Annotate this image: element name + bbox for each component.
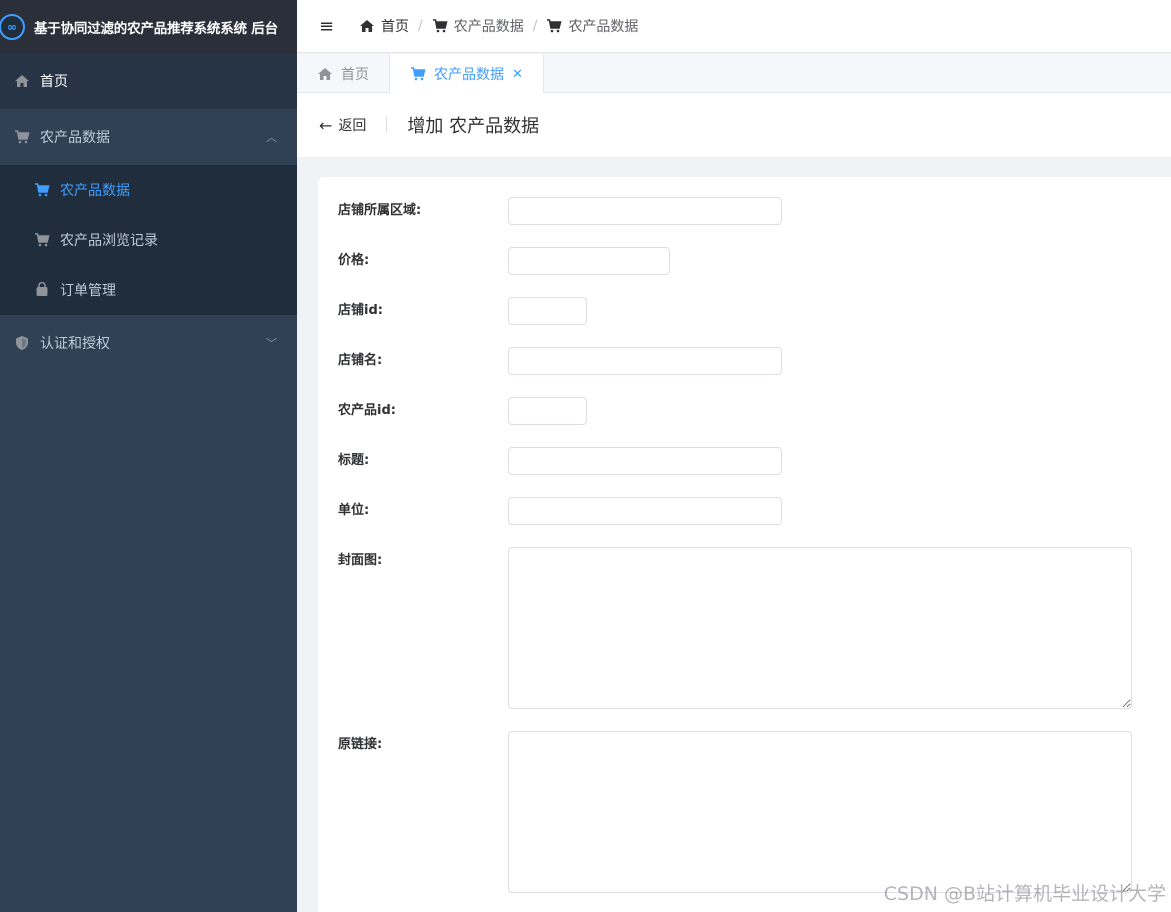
sidebar-item-label: 首页 (40, 74, 68, 90)
home-icon (317, 66, 333, 82)
sidebar-item-label: 农产品浏览记录 (60, 233, 158, 249)
breadcrumb-label: 农产品数据 (568, 19, 639, 35)
sidebar-item-label: 订单管理 (60, 283, 116, 299)
field-label: 单位: (338, 503, 370, 518)
form-row-source-link: 原链接: (338, 731, 1132, 893)
cart-icon (432, 18, 448, 34)
chevron-up-icon: ︿ (266, 131, 277, 144)
sidebar-item-browse-history[interactable]: 农产品浏览记录 (0, 215, 297, 265)
sidebar-item-agri-data-list[interactable]: 农产品数据 (0, 165, 297, 215)
form-row-region: 店铺所属区域: (338, 197, 782, 225)
sidebar-item-agri-data[interactable]: 农产品数据 ︿ (0, 109, 297, 165)
form-row-shop-name: 店铺名: (338, 347, 782, 375)
breadcrumb-item-home[interactable]: 首页 (359, 16, 409, 36)
tab-agri-data[interactable]: 农产品数据 ✕ (390, 54, 544, 94)
form-row-price: 价格: (338, 247, 670, 275)
field-label: 店铺所属区域: (338, 203, 422, 218)
top-header: ≡ 首页 / 农产品数据 / 农产品数据 (297, 0, 1171, 53)
field-label: 价格: (338, 253, 370, 268)
field-label: 原链接: (338, 737, 383, 752)
breadcrumb-separator: / (532, 18, 538, 34)
cart-icon (410, 66, 426, 82)
sidebar: ∞ 基于协同过滤的农产品推荐系统系统 后台 首页 农产品数据 ︿ 农产品数据 农… (0, 0, 297, 912)
home-icon (14, 73, 30, 89)
back-button[interactable]: ← 返回 (319, 115, 366, 135)
divider (386, 117, 388, 133)
page-header: ← 返回 增加 农产品数据 (297, 93, 1171, 157)
submenu-agri-data: 农产品数据 农产品浏览记录 订单管理 (0, 165, 297, 315)
breadcrumb: 首页 / 农产品数据 / 农产品数据 (359, 16, 638, 36)
sidebar-item-label: 农产品数据 (40, 130, 110, 146)
field-label: 店铺id: (338, 303, 383, 318)
sidebar-item-label: 农产品数据 (60, 183, 130, 199)
logo-icon: ∞ (0, 13, 25, 40)
breadcrumb-separator: / (418, 18, 423, 34)
shop-name-input[interactable] (508, 347, 782, 375)
form-row-title: 标题: (338, 447, 782, 475)
field-label: 封面图: (338, 553, 383, 568)
app-title: 基于协同过滤的农产品推荐系统系统 后台 (34, 20, 278, 37)
form-card: 店铺所属区域: 价格: 店铺id: 店铺名: 农产品id: 标题: 单位: 封面… (318, 177, 1171, 912)
sidebar-item-auth[interactable]: 认证和授权 ﹀ (0, 315, 297, 371)
form-row-cover-image: 封面图: (338, 547, 1132, 709)
tabs-bar: 首页 农产品数据 ✕ (297, 54, 1171, 94)
unit-input[interactable] (508, 497, 782, 525)
page-title: 增加 农产品数据 (407, 116, 540, 137)
home-icon (359, 18, 375, 34)
hamburger-icon[interactable]: ≡ (319, 16, 337, 37)
close-icon[interactable]: ✕ (512, 67, 523, 82)
form-row-unit: 单位: (338, 497, 782, 525)
sidebar-item-orders[interactable]: 订单管理 (0, 265, 297, 315)
cart-icon (546, 18, 562, 34)
tab-label: 农产品数据 (434, 67, 504, 83)
breadcrumb-label: 农产品数据 (453, 19, 524, 35)
chevron-down-icon: ﹀ (266, 337, 277, 350)
source-link-textarea[interactable] (508, 731, 1132, 893)
shield-icon (14, 335, 30, 351)
cart-icon (34, 182, 50, 198)
cover-image-textarea[interactable] (508, 547, 1132, 709)
product-id-input[interactable] (508, 397, 587, 425)
form-row-product-id: 农产品id: (338, 397, 587, 425)
region-input[interactable] (508, 197, 782, 225)
tab-home[interactable]: 首页 (297, 54, 390, 93)
field-label: 店铺名: (338, 353, 383, 368)
field-label: 标题: (338, 453, 370, 468)
title-input[interactable] (508, 447, 782, 475)
shop-id-input[interactable] (508, 297, 587, 325)
logo-bar: ∞ 基于协同过滤的农产品推荐系统系统 后台 (0, 0, 297, 53)
breadcrumb-label: 首页 (381, 19, 409, 35)
sidebar-item-home[interactable]: 首页 (0, 53, 297, 109)
tab-label: 首页 (341, 66, 369, 83)
breadcrumb-item-current: 农产品数据 (546, 16, 638, 36)
cart-icon (34, 232, 50, 248)
back-label: 返回 (338, 118, 367, 134)
arrow-left-icon: ← (319, 115, 333, 135)
price-input[interactable] (508, 247, 670, 275)
bag-icon (34, 282, 50, 298)
sidebar-item-label: 认证和授权 (40, 336, 110, 352)
cart-icon (14, 129, 30, 145)
form-row-shop-id: 店铺id: (338, 297, 587, 325)
breadcrumb-item[interactable]: 农产品数据 (432, 16, 524, 36)
field-label: 农产品id: (338, 403, 396, 418)
